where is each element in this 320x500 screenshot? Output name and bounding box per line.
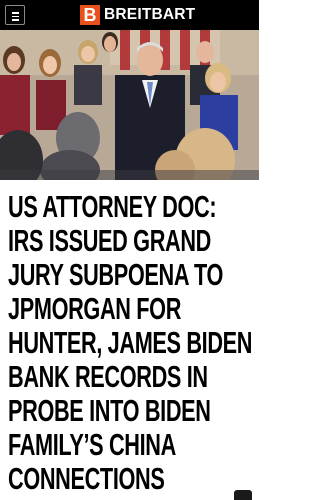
logo-mark: B	[80, 5, 100, 25]
share-icon[interactable]	[234, 490, 252, 500]
hamburger-icon-line	[12, 19, 19, 21]
breitbart-logo[interactable]: B BREITBART	[80, 4, 195, 26]
hamburger-menu-button[interactable]	[5, 5, 25, 25]
hero-photo-illustration	[0, 30, 259, 180]
hamburger-icon-line	[12, 15, 19, 17]
hamburger-icon	[12, 12, 19, 14]
top-navigation-bar: B BREITBART	[0, 0, 259, 30]
logo-text: BREITBART	[104, 6, 196, 23]
article-headline[interactable]: US ATTORNEY DOC: IRS ISSUED GRAND JURY S…	[8, 190, 253, 496]
hero-photo[interactable]	[0, 30, 259, 180]
logo-letter: B	[83, 5, 97, 25]
